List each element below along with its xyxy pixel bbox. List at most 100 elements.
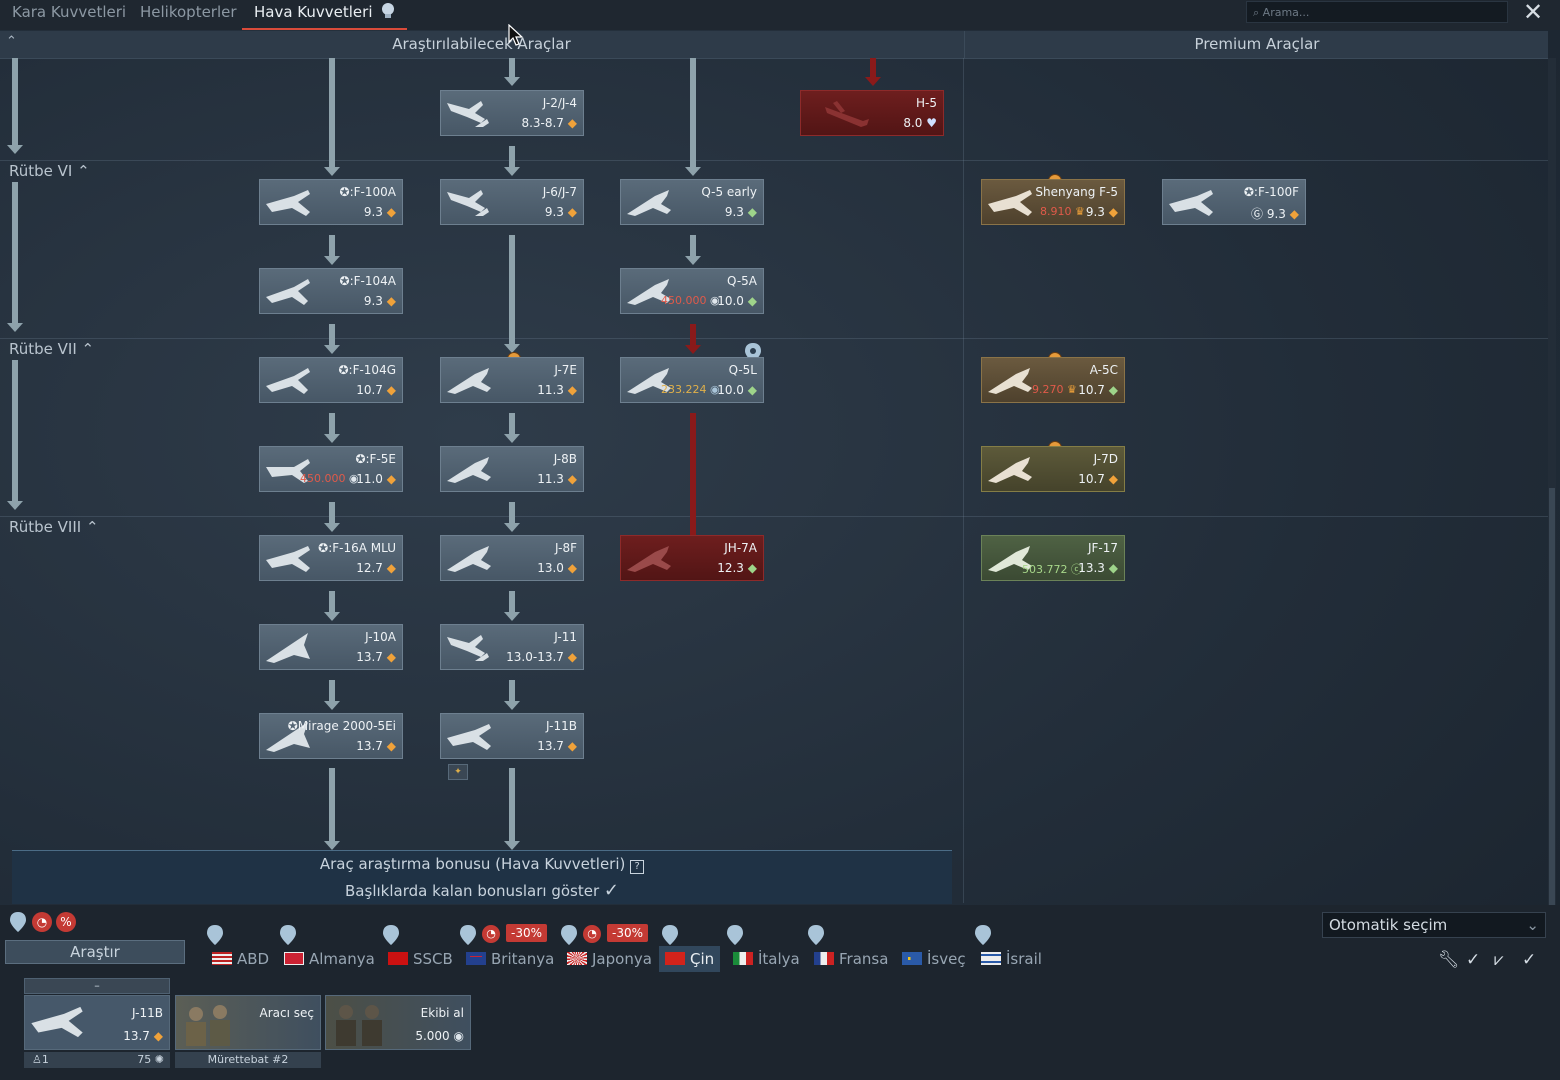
vehicle-card-q5early[interactable]: Q-5 early 9.3 ◆ [620,179,764,225]
battle-rating: 9.3 ◆ [1085,205,1118,219]
close-icon[interactable]: ✕ [1520,0,1546,26]
get-crew-slot[interactable]: Ekibi al 5.000 ◉ [325,995,471,1050]
jet-icon [988,457,1032,483]
checkbox-checked-icon[interactable]: ✓ [604,880,619,901]
vehicle-card-j10a[interactable]: J-10A 13.7 ◆ [259,624,403,670]
china-flag-icon [665,952,685,965]
search-input[interactable]: ⌕ Arama... [1246,1,1508,23]
crew-slot-vehicle[interactable]: J-11B 13.7 ◆ [24,995,170,1050]
vehicle-card-f100a[interactable]: ✪:F-100A 9.3 ◆ [259,179,403,225]
vehicle-card-f16a[interactable]: ✪:F-16A MLU 12.7 ◆ [259,535,403,581]
double-check-icon[interactable]: ⩗ [1494,950,1504,970]
vehicle-card-j7e[interactable]: J-7E 11.3 ◆ [440,357,584,403]
check-icon[interactable]: ✓ [1466,950,1480,970]
vehicle-card-shenyang-f5[interactable]: Shenyang F-5 8.910 ♛ 9.3 ◆ [981,179,1125,225]
vehicle-card-f100f[interactable]: ✪:F-100F Ⓖ 9.3 ◆ [1162,179,1306,225]
jet-icon [988,368,1032,394]
battle-rating: 13.7 ◆ [356,650,396,664]
nation-tab-israel[interactable]: İsrail [981,946,1042,972]
show-bonuses-option[interactable]: Başlıklarda kalan bonusları göster ✓ [12,880,952,901]
rank-divider [0,338,1548,339]
nation-tab-italy[interactable]: İtalya [733,946,800,972]
help-icon[interactable]: ? [630,860,645,874]
repair-icon[interactable]: 🔧︎ [1438,950,1460,970]
scrollbar[interactable] [1548,58,1556,908]
battle-rating: 10.7 ◆ [1078,472,1118,486]
premium-divider [963,58,964,903]
check-all-icon[interactable]: ✓ [1522,950,1536,970]
vehicle-card-mirage[interactable]: ✪Mirage 2000-5Ei 13.7 ◆ [259,713,403,759]
vehicle-card-j11b[interactable]: J-11B 13.7 ◆ [440,713,584,759]
vehicle-card-a5c[interactable]: A-5C 9.270 ♛ 10.7 ◆ [981,357,1125,403]
battle-rating: 12.7 ◆ [356,561,396,575]
vehicle-name: J-11B [546,719,577,733]
nation-tab-usa[interactable]: ABD [212,946,269,972]
tab-helicopters[interactable]: Helikopterler [140,0,237,30]
vehicle-name: J-8B [553,452,577,466]
golden-eagle-cost: 9.270 ♛ [1032,383,1077,396]
nation-tab-china[interactable]: Çin [659,946,721,972]
ussr-flag-icon [388,952,408,965]
vehicle-name: J-6/J-7 [542,185,577,199]
vehicle-card-f104a[interactable]: ✪:F-104A 9.3 ◆ [259,268,403,314]
israel-flag-icon [981,952,1001,965]
crew-portrait-icon [336,1005,382,1046]
vehicle-card-j7d[interactable]: J-7D 10.7 ◆ [981,446,1125,492]
battle-rating: 11.0 ◆ [356,472,396,486]
tree-line-locked [690,413,696,538]
location-pin-icon [975,925,991,945]
usa-flag-icon [212,952,232,965]
nation-tab-ussr[interactable]: SSCB [388,946,453,972]
auto-select-dropdown[interactable]: Otomatik seçim ⌄ [1322,912,1546,938]
research-bonus-panel: Araç araştırma bonusu (Hava Kuvvetleri) … [12,850,952,904]
vehicle-card-q5l[interactable]: Q-5L 233.224 ◉ 10.0 ◆ [620,357,764,403]
research-button[interactable]: Araştır [5,940,185,964]
battle-rating: 12.3 ◆ [717,561,757,575]
rank-label-6[interactable]: Rütbe VI ⌃ [9,162,90,180]
select-vehicle-slot[interactable]: Aracı seç [175,995,321,1050]
slot-info-bar: ♙1 75 ✺ [24,1052,170,1068]
jet-icon [1169,190,1213,216]
vehicle-card-j6[interactable]: J-6/J-7 9.3 ◆ [440,179,584,225]
battle-rating: 13.3 ◆ [1078,561,1118,575]
crew-slot-icon: ✦ [448,764,468,780]
vehicle-card-j8f[interactable]: J-8F 13.0 ◆ [440,535,584,581]
germany-flag-icon [284,952,304,965]
tree-arrow [324,413,340,443]
purchase-cost: 450.000 ◉ [661,294,720,307]
rank-label-7[interactable]: Rütbe VII ⌃ [9,340,94,358]
jet-icon [447,457,491,483]
vehicle-card-f104g[interactable]: ✪:F-104G 10.7 ◆ [259,357,403,403]
nation-tab-france[interactable]: Fransa [814,946,888,972]
battle-rating: 11.3 ◆ [537,383,577,397]
nation-tab-sweden[interactable]: İsveç [902,946,966,972]
vehicle-card-j8b[interactable]: J-8B 11.3 ◆ [440,446,584,492]
vehicle-card-jf17[interactable]: JF-17 503.772 ⓒ 13.3 ◆ [981,535,1125,581]
tab-ground-forces[interactable]: Kara Kuvvetleri [12,0,126,30]
battle-rating: 8.3-8.7 ◆ [521,116,577,130]
rank-divider [0,516,1548,517]
battle-rating: 13.0-13.7 ◆ [506,650,577,664]
crew-portrait-icon [186,1005,230,1046]
battle-rating: 11.3 ◆ [537,472,577,486]
nation-tab-japan[interactable]: Japonya [567,946,652,972]
vehicle-card-jh7a[interactable]: JH-7A 12.3 ◆ [620,535,764,581]
vehicle-card-q5a[interactable]: Q-5A 450.000 ◉ 10.0 ◆ [620,268,764,314]
nation-tab-germany[interactable]: Almanya [284,946,375,972]
tab-air-forces[interactable]: Hava Kuvvetleri [241,0,408,30]
vehicle-card-j11[interactable]: J-11 13.0-13.7 ◆ [440,624,584,670]
jet-icon [266,190,310,216]
slot-vehicle-name: J-11B [132,1006,163,1020]
scrollbar-thumb[interactable] [1549,488,1555,908]
vehicle-card-f5e[interactable]: ✪:F-5E 450.000 ◉ 11.0 ◆ [259,446,403,492]
vehicle-card-h5[interactable]: H-5 8.0 ♥ [800,90,944,136]
nation-tab-britain[interactable]: Britanya [466,946,554,972]
vehicle-name: ✪:F-100F [1243,185,1299,199]
golden-eagle-cost: 8.910 ♛ [1040,205,1085,218]
vehicle-card-j2[interactable]: J-2/J-4 8.3-8.7 ◆ [440,90,584,136]
chevron-down-icon: ⌄ [1526,916,1539,934]
tree-arrow [324,591,340,621]
tech-tree-screen: Kara Kuvvetleri Helikopterler Hava Kuvve… [0,0,1560,1080]
rank-label-8[interactable]: Rütbe VIII ⌃ [9,518,99,536]
search-icon: ⌕ [1253,6,1260,19]
